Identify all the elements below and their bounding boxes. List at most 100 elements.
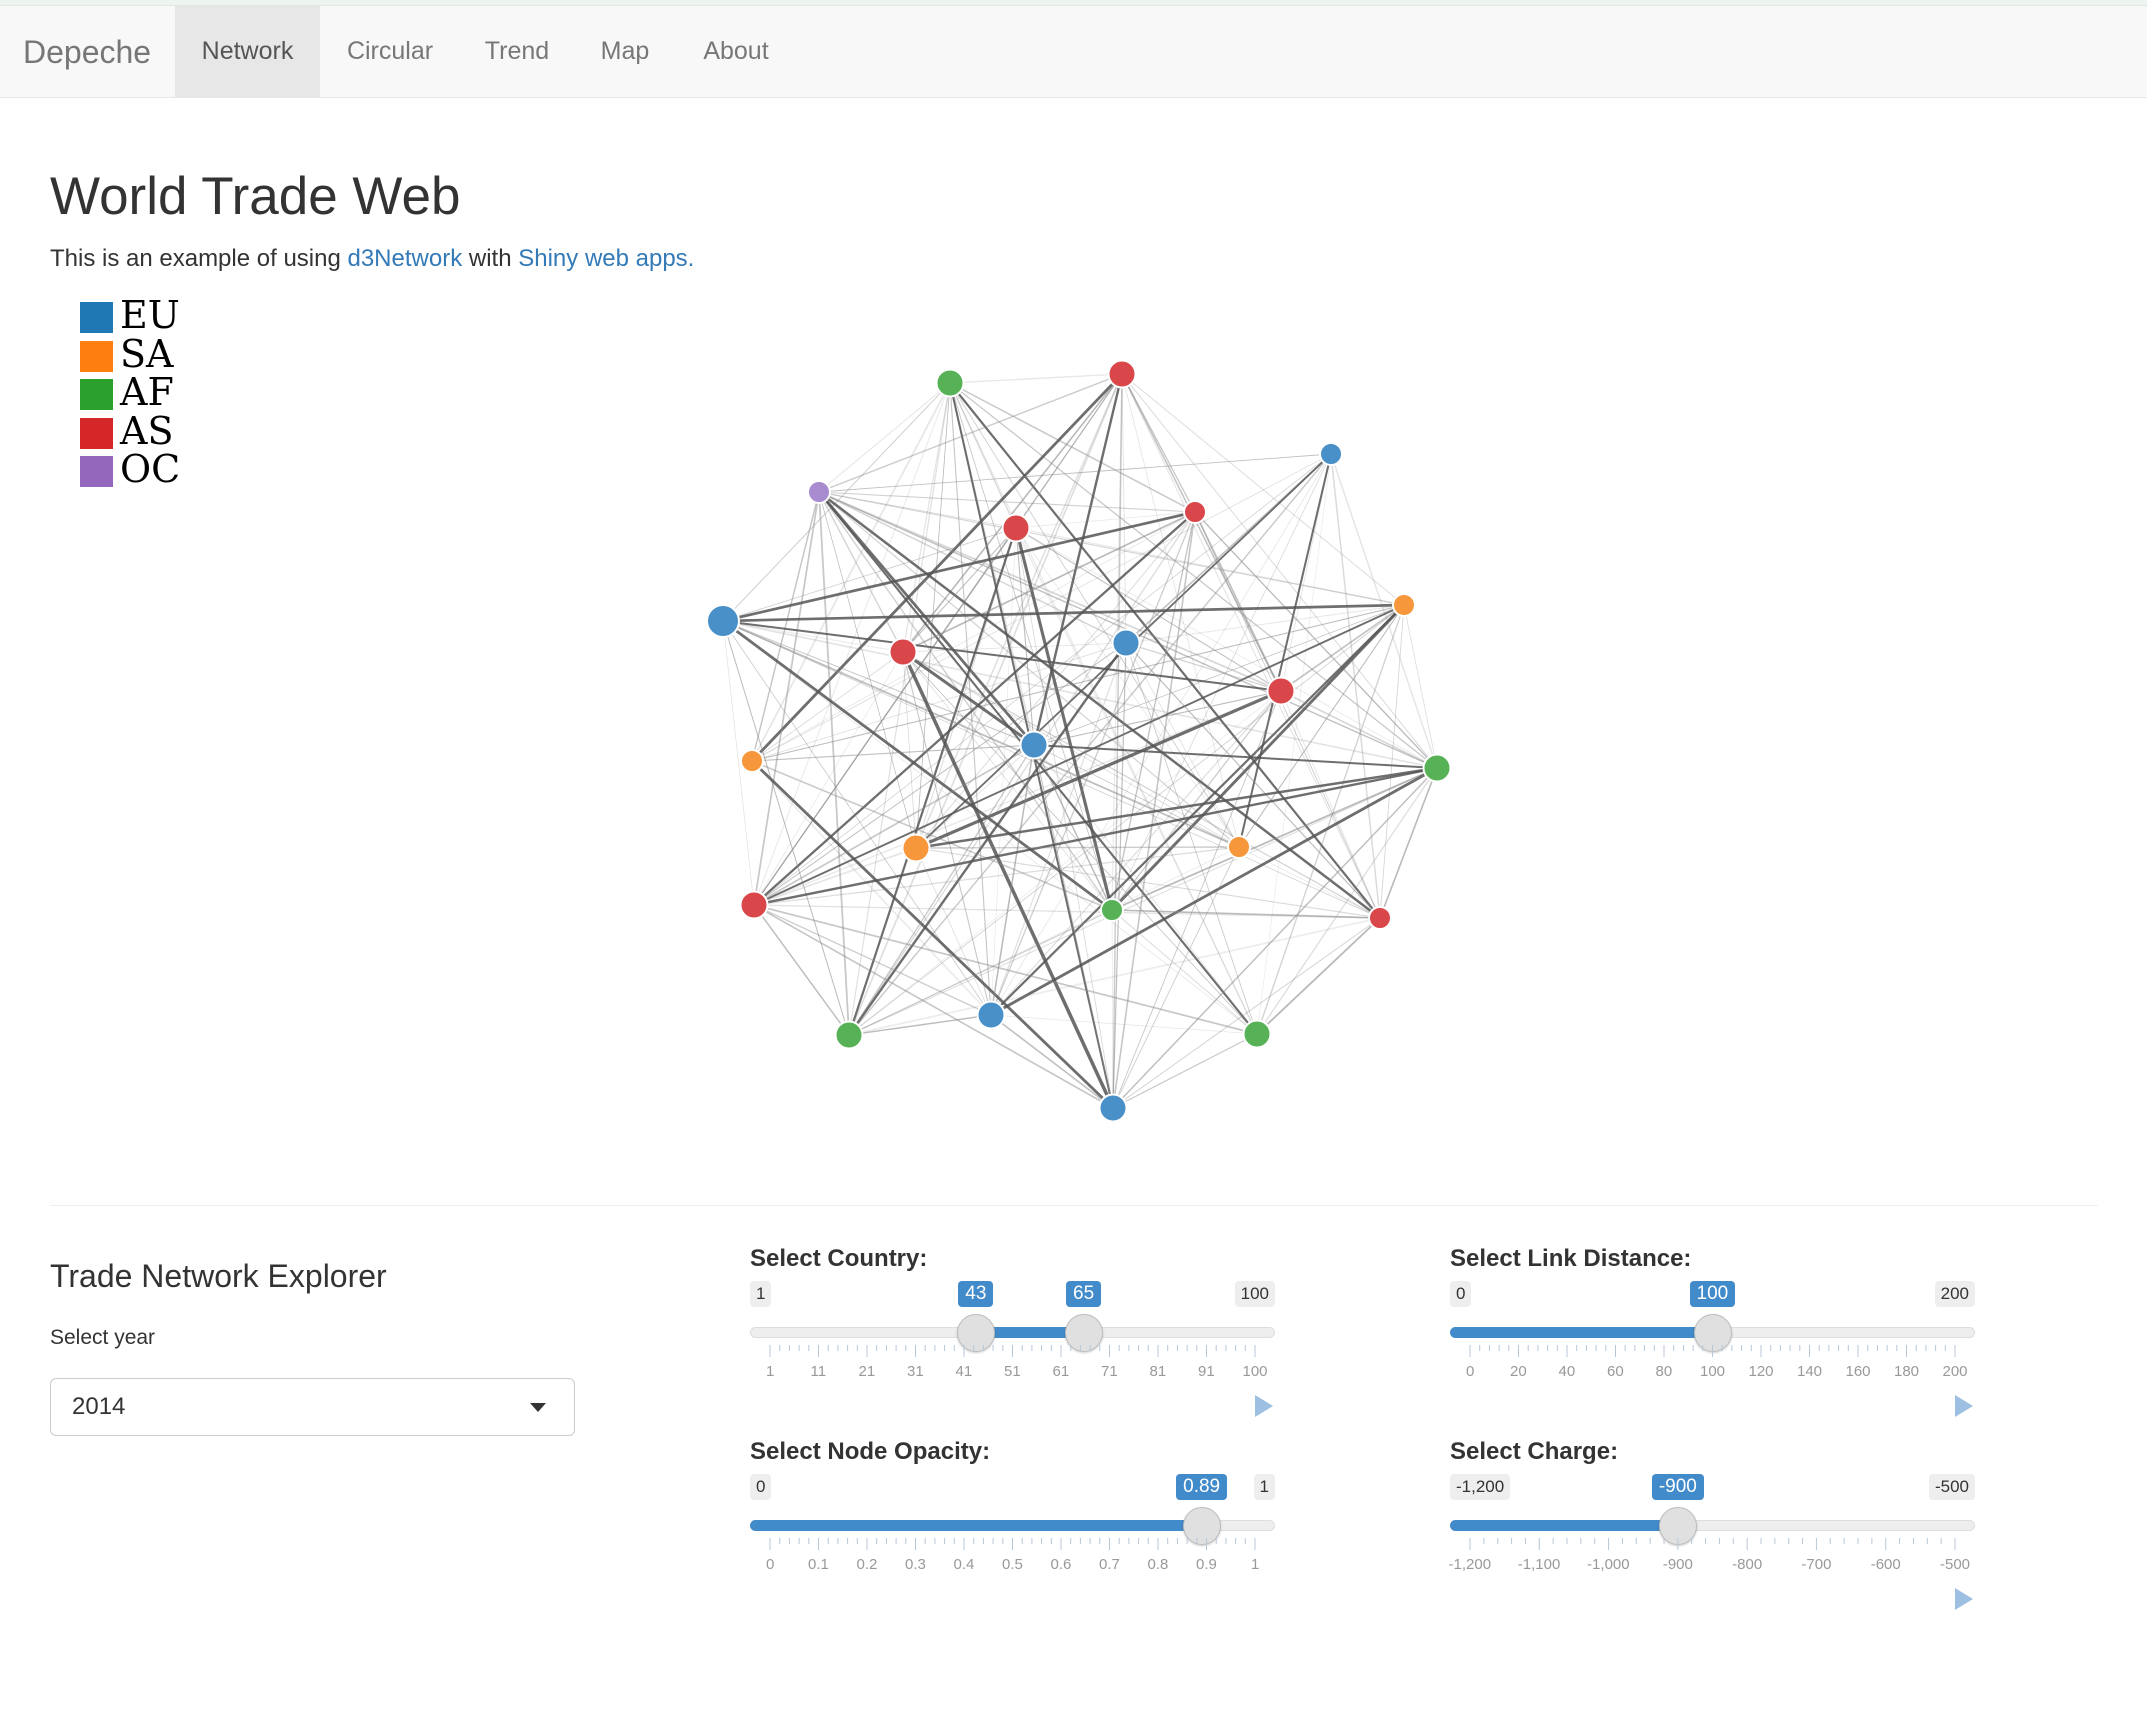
trade-link [1121, 373, 1282, 692]
country-node-af[interactable] [1242, 1019, 1272, 1049]
country-node-as[interactable] [1266, 676, 1296, 706]
country-node-sa[interactable] [1227, 835, 1251, 859]
country-node-eu[interactable] [1319, 442, 1343, 466]
node-opacity-min-badge: 0 [750, 1474, 772, 1500]
node-opacity-slider-fill [750, 1520, 1202, 1531]
link-distance-value-badge: 100 [1689, 1281, 1736, 1307]
d3network-link[interactable]: d3Network [347, 245, 462, 272]
country-node-sa[interactable] [740, 749, 764, 773]
tab-circular[interactable]: Circular [320, 6, 460, 97]
country-node-eu[interactable] [1098, 1093, 1128, 1123]
country-node-sa[interactable] [901, 833, 931, 863]
charge-tick-label: -500 [1940, 1556, 1971, 1573]
country-tick-label: 41 [955, 1363, 973, 1380]
network-edges [722, 373, 1438, 1110]
trade-link [1121, 373, 1438, 769]
trade-link [1194, 511, 1438, 769]
node-opacity-tick-label: 1 [1251, 1556, 1260, 1573]
country-slider-ticks [769, 1345, 1256, 1357]
trade-link [1121, 373, 1405, 606]
trade-link [902, 382, 951, 653]
node-opacity-slider-label: Select Node Opacity: [750, 1438, 991, 1465]
link-distance-tick-label: 40 [1558, 1363, 1576, 1380]
charge-tick-label: -700 [1801, 1556, 1832, 1573]
country-tick-label: 11 [810, 1363, 827, 1380]
trade-link [818, 491, 850, 1036]
charge-max-badge: -500 [1928, 1474, 1975, 1500]
country-node-eu[interactable] [976, 1000, 1006, 1030]
country-high-badge: 65 [1066, 1281, 1102, 1307]
country-tick-label: 81 [1149, 1363, 1167, 1380]
country-node-as[interactable] [1107, 359, 1137, 389]
country-node-af[interactable] [1422, 753, 1452, 783]
node-opacity-slider[interactable]: Select Node Opacity: 0 1 0.89 0 0.1 0.2 … [750, 1438, 1275, 1618]
trade-link [753, 744, 1035, 906]
trade-link [1111, 909, 1114, 1109]
play-icon[interactable] [1955, 1395, 1973, 1417]
play-icon[interactable] [1255, 1395, 1273, 1417]
trade-link [847, 527, 1018, 1036]
country-node-oc[interactable] [807, 480, 831, 504]
country-node-sa[interactable] [1392, 593, 1416, 617]
country-node-as[interactable] [1183, 500, 1207, 524]
country-node-af[interactable] [935, 368, 965, 398]
node-opacity-tick-label: 0.5 [1002, 1556, 1023, 1573]
country-tick-label: 71 [1101, 1363, 1118, 1380]
country-node-eu[interactable] [1019, 730, 1049, 760]
link-distance-slider[interactable]: Select Link Distance: 0 200 100 0 20 40 … [1450, 1245, 1975, 1425]
link-distance-tick-label: 180 [1894, 1363, 1920, 1380]
node-opacity-tick-label: 0.1 [808, 1556, 829, 1573]
country-node-eu[interactable] [706, 604, 740, 638]
page-title: World Trade Web [50, 167, 461, 226]
link-distance-tick-label: 200 [1942, 1363, 1968, 1380]
year-select[interactable]: 2014 [50, 1378, 575, 1436]
trade-link [751, 604, 1405, 762]
link-distance-tick-label: 0 [1466, 1363, 1475, 1380]
country-max-badge: 100 [1234, 1281, 1275, 1307]
country-node-eu[interactable] [1111, 628, 1141, 658]
node-opacity-value-badge: 0.89 [1176, 1474, 1228, 1500]
trade-link [848, 604, 1405, 1036]
trade-network-graph[interactable] [0, 330, 2147, 1160]
trade-link [915, 847, 992, 1016]
charge-tick-label: -1,100 [1517, 1556, 1561, 1573]
trade-link [818, 382, 951, 493]
country-tick-label: 61 [1052, 1363, 1070, 1380]
tab-map[interactable]: Map [574, 6, 676, 97]
charge-tick-label: -1,000 [1587, 1556, 1630, 1573]
tab-trend[interactable]: Trend [460, 6, 574, 97]
country-node-as[interactable] [1001, 513, 1031, 543]
link-distance-tick-label: 20 [1510, 1363, 1527, 1380]
trade-link [901, 651, 1115, 1109]
trade-link [1379, 604, 1405, 919]
intro-text-start: This is an example of using [50, 245, 341, 272]
country-tick-label: 1 [766, 1363, 775, 1380]
charge-slider[interactable]: Select Charge: -1,200 -500 -900 -1,200 -… [1448, 1438, 1975, 1618]
charge-tick-label: -800 [1732, 1556, 1763, 1573]
charge-tick-label: -1,200 [1448, 1556, 1492, 1573]
navbar-brand[interactable]: Depeche [23, 34, 151, 71]
country-node-af[interactable] [834, 1020, 864, 1050]
country-node-as[interactable] [739, 890, 769, 920]
country-node-as[interactable] [1368, 906, 1392, 930]
trade-link [902, 511, 1196, 653]
country-slider-label: Select Country: [750, 1245, 928, 1272]
shiny-web-apps-link[interactable]: Shiny web apps. [518, 245, 694, 272]
play-icon[interactable] [1955, 1588, 1973, 1610]
country-slider[interactable]: Select Country: 1 100 43 65 1 11 21 31 4… [750, 1245, 1275, 1425]
country-tick-label: 21 [858, 1363, 876, 1380]
section-divider [50, 1205, 2098, 1206]
trade-link [1280, 690, 1438, 769]
link-distance-max-badge: 200 [1934, 1281, 1975, 1307]
country-node-af[interactable] [1100, 898, 1124, 922]
country-min-badge: 1 [750, 1281, 772, 1307]
charge-value-badge: -900 [1651, 1474, 1704, 1500]
country-tick-label: 31 [907, 1363, 924, 1380]
link-distance-tick-label: 140 [1797, 1363, 1823, 1380]
link-distance-slider-fill [1450, 1327, 1713, 1338]
tab-about[interactable]: About [676, 6, 796, 97]
country-node-as[interactable] [888, 637, 918, 667]
legend-swatch-eu [80, 302, 113, 333]
tab-network[interactable]: Network [175, 6, 320, 97]
link-distance-tick-label: 120 [1748, 1363, 1774, 1380]
